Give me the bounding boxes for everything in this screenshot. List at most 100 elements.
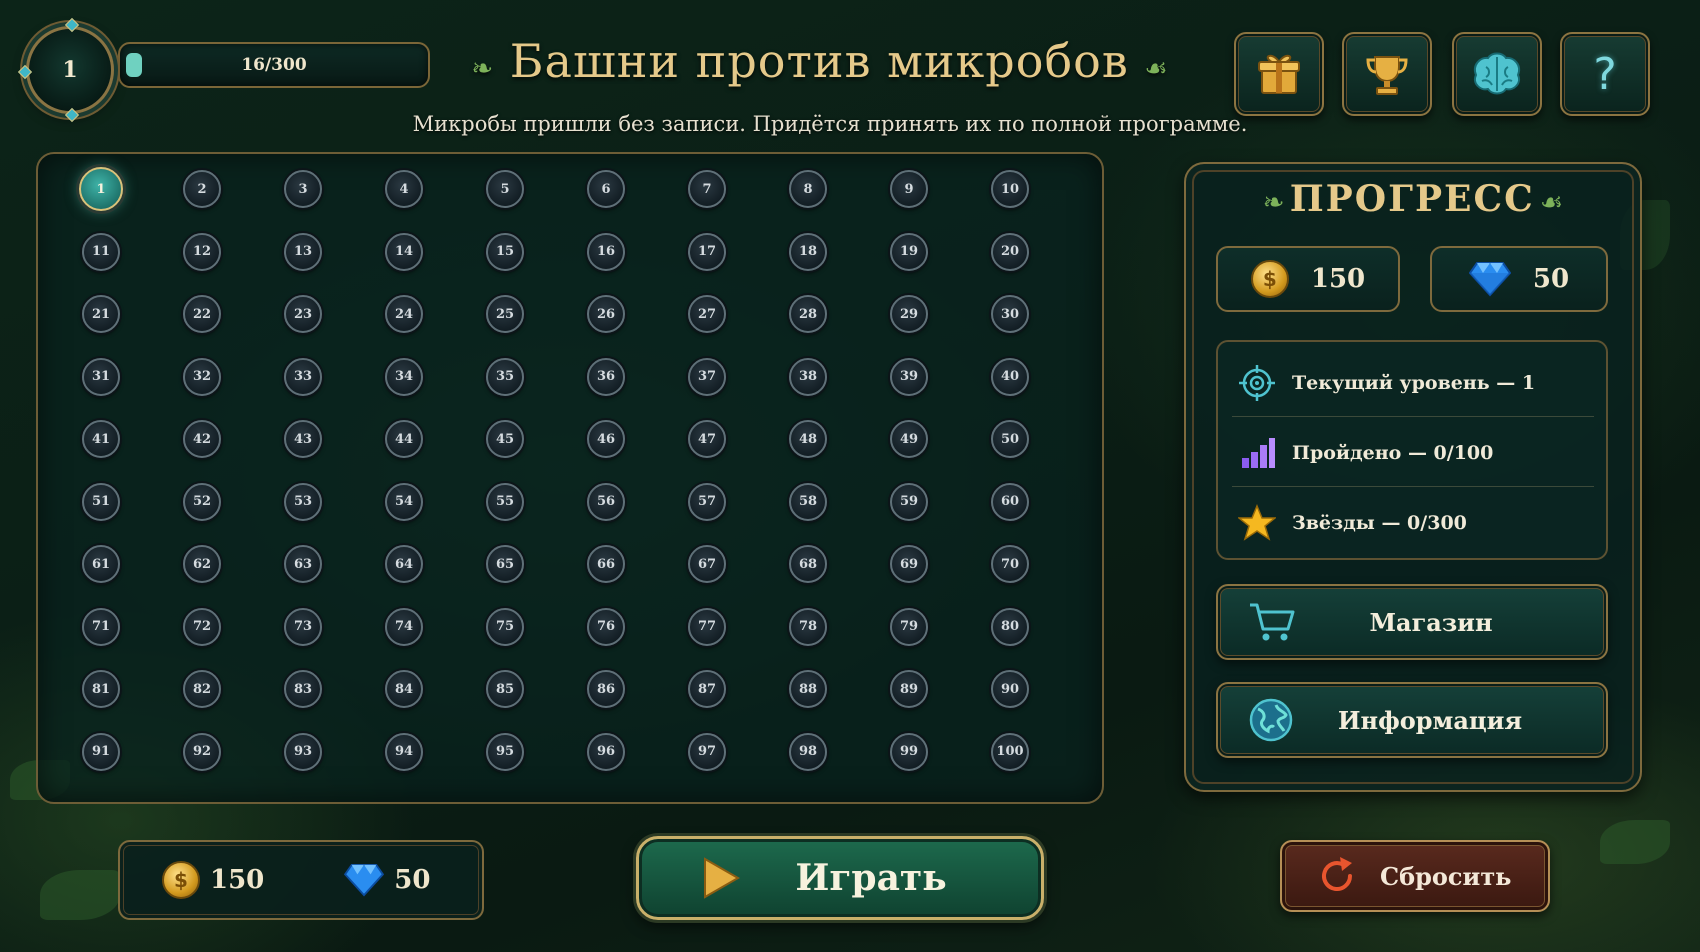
level-node[interactable]: 57: [688, 482, 726, 521]
level-node[interactable]: 89: [890, 670, 928, 708]
level-node[interactable]: 91: [82, 732, 120, 771]
level-node[interactable]: 2: [183, 170, 221, 208]
level-node[interactable]: 17: [688, 232, 726, 271]
level-node[interactable]: 37: [688, 357, 726, 396]
level-node[interactable]: 78: [789, 607, 827, 646]
level-node[interactable]: 52: [183, 482, 221, 521]
level-node[interactable]: 69: [890, 545, 928, 583]
level-node[interactable]: 90: [991, 670, 1029, 708]
level-node[interactable]: 10: [991, 170, 1029, 208]
level-node[interactable]: 21: [82, 295, 120, 333]
level-node[interactable]: 53: [284, 482, 322, 521]
level-node[interactable]: 41: [82, 420, 120, 458]
trophy-button[interactable]: [1342, 32, 1432, 116]
level-node[interactable]: 70: [991, 545, 1029, 583]
level-node[interactable]: 32: [183, 357, 221, 396]
level-node[interactable]: 35: [486, 357, 524, 396]
level-node[interactable]: 77: [688, 607, 726, 646]
level-node[interactable]: 51: [82, 482, 120, 521]
level-node[interactable]: 16: [587, 232, 625, 271]
level-node[interactable]: 75: [486, 607, 524, 646]
level-node[interactable]: 12: [183, 232, 221, 271]
level-node[interactable]: 34: [385, 357, 423, 396]
level-node[interactable]: 22: [183, 295, 221, 333]
level-node[interactable]: 30: [991, 295, 1029, 333]
level-node[interactable]: 92: [183, 732, 221, 771]
level-node[interactable]: 95: [486, 732, 524, 771]
level-node[interactable]: 24: [385, 295, 423, 333]
level-node[interactable]: 19: [890, 232, 928, 271]
level-node[interactable]: 42: [183, 420, 221, 458]
level-node[interactable]: 65: [486, 545, 524, 583]
level-node[interactable]: 73: [284, 607, 322, 646]
level-node[interactable]: 15: [486, 232, 524, 271]
level-node[interactable]: 25: [486, 295, 524, 333]
level-node[interactable]: 67: [688, 545, 726, 583]
level-node[interactable]: 44: [385, 420, 423, 458]
level-node[interactable]: 36: [587, 357, 625, 396]
gift-button[interactable]: [1234, 32, 1324, 116]
level-node[interactable]: 97: [688, 732, 726, 771]
level-node[interactable]: 84: [385, 670, 423, 708]
help-button[interactable]: ?: [1560, 32, 1650, 116]
level-node[interactable]: 85: [486, 670, 524, 708]
level-node[interactable]: 82: [183, 670, 221, 708]
level-node[interactable]: 79: [890, 607, 928, 646]
level-node[interactable]: 76: [587, 607, 625, 646]
level-node[interactable]: 3: [284, 170, 322, 208]
level-node[interactable]: 68: [789, 545, 827, 583]
level-node[interactable]: 83: [284, 670, 322, 708]
level-node[interactable]: 71: [82, 607, 120, 646]
level-node[interactable]: 20: [991, 232, 1029, 271]
level-node[interactable]: 29: [890, 295, 928, 333]
level-node-current[interactable]: 1: [79, 167, 123, 211]
level-node[interactable]: 54: [385, 482, 423, 521]
level-node[interactable]: 100: [991, 732, 1029, 771]
level-node[interactable]: 88: [789, 670, 827, 708]
level-node[interactable]: 62: [183, 545, 221, 583]
level-node[interactable]: 45: [486, 420, 524, 458]
level-node[interactable]: 9: [890, 170, 928, 208]
level-node[interactable]: 50: [991, 420, 1029, 458]
level-node[interactable]: 48: [789, 420, 827, 458]
level-node[interactable]: 40: [991, 357, 1029, 396]
level-node[interactable]: 81: [82, 670, 120, 708]
level-node[interactable]: 46: [587, 420, 625, 458]
level-node[interactable]: 55: [486, 482, 524, 521]
level-node[interactable]: 26: [587, 295, 625, 333]
level-node[interactable]: 63: [284, 545, 322, 583]
level-node[interactable]: 98: [789, 732, 827, 771]
level-node[interactable]: 11: [82, 232, 120, 271]
level-node[interactable]: 66: [587, 545, 625, 583]
level-node[interactable]: 93: [284, 732, 322, 771]
level-node[interactable]: 14: [385, 232, 423, 271]
level-node[interactable]: 28: [789, 295, 827, 333]
level-node[interactable]: 4: [385, 170, 423, 208]
level-node[interactable]: 47: [688, 420, 726, 458]
level-node[interactable]: 27: [688, 295, 726, 333]
level-node[interactable]: 49: [890, 420, 928, 458]
level-node[interactable]: 5: [486, 170, 524, 208]
level-node[interactable]: 60: [991, 482, 1029, 521]
level-node[interactable]: 33: [284, 357, 322, 396]
level-node[interactable]: 6: [587, 170, 625, 208]
level-node[interactable]: 72: [183, 607, 221, 646]
level-node[interactable]: 13: [284, 232, 322, 271]
level-node[interactable]: 86: [587, 670, 625, 708]
level-node[interactable]: 58: [789, 482, 827, 521]
level-node[interactable]: 39: [890, 357, 928, 396]
level-node[interactable]: 96: [587, 732, 625, 771]
level-node[interactable]: 94: [385, 732, 423, 771]
level-node[interactable]: 38: [789, 357, 827, 396]
level-node[interactable]: 87: [688, 670, 726, 708]
level-node[interactable]: 64: [385, 545, 423, 583]
level-node[interactable]: 8: [789, 170, 827, 208]
level-node[interactable]: 56: [587, 482, 625, 521]
level-node[interactable]: 43: [284, 420, 322, 458]
level-node[interactable]: 23: [284, 295, 322, 333]
level-node[interactable]: 80: [991, 607, 1029, 646]
level-node[interactable]: 61: [82, 545, 120, 583]
level-node[interactable]: 18: [789, 232, 827, 271]
level-node[interactable]: 7: [688, 170, 726, 208]
brain-button[interactable]: [1452, 32, 1542, 116]
